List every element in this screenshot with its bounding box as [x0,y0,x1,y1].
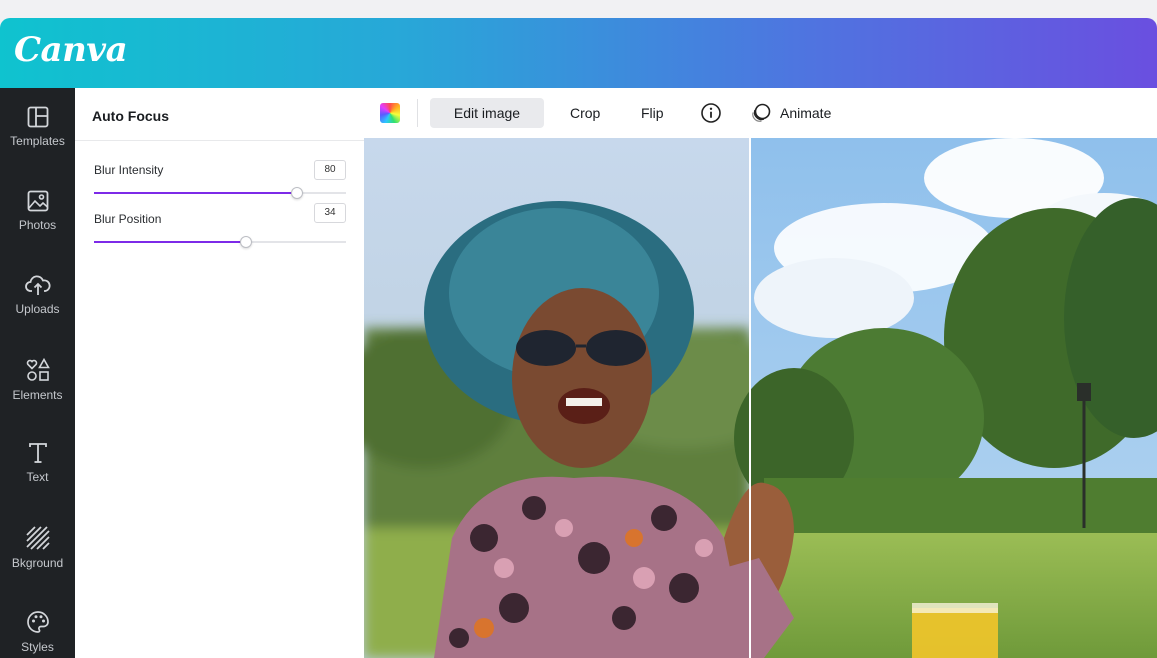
sidebar-item-label: Templates [10,134,65,148]
top-header: Canva [0,18,1157,88]
sidebar-item-styles[interactable]: Styles [0,592,75,658]
sharp-background [734,138,1157,658]
sidebar-item-label: Elements [12,388,63,402]
background-pattern-icon [25,526,50,550]
sidebar-item-templates[interactable]: Templates [0,88,75,172]
blur-position-slider[interactable] [94,236,346,248]
image-canvas[interactable] [364,138,1157,658]
sidebar-item-label: Bkground [11,556,64,570]
canva-logo[interactable]: Canva [14,30,128,70]
info-icon[interactable] [700,102,722,124]
sidebar-item-label: Styles [21,640,54,654]
blur-intensity-slider[interactable] [94,187,346,199]
slider-fill [94,192,296,194]
slider-fill [94,241,246,243]
panel-divider [75,140,364,141]
color-picker-icon[interactable] [380,103,400,123]
toolbar-divider [417,99,418,127]
palette-icon [26,611,49,633]
templates-icon [27,106,48,128]
blur-intensity-value[interactable]: 80 [314,160,346,180]
slider-handle[interactable] [290,187,303,199]
sidebar-item-elements[interactable]: Elements [0,340,75,424]
sidebar-item-photos[interactable]: Photos [0,172,75,256]
elements-icon [26,358,50,381]
blur-position-label: Blur Position [94,212,162,226]
app-window: Canva Templates Photos Uploads Elements … [0,18,1157,658]
sidebar-item-label: Text [26,470,49,484]
edit-image-button[interactable]: Edit image [430,98,544,128]
slider-handle[interactable] [240,236,253,248]
sidebar-item-uploads[interactable]: Uploads [0,256,75,340]
sidebar-item-text[interactable]: Text [0,424,75,508]
animate-button[interactable]: Animate [766,98,845,128]
image-toolbar: Edit image Crop Flip Animate [364,88,1157,139]
upload-cloud-icon [24,275,51,295]
auto-focus-panel: Auto Focus Blur Intensity 80 Blur Positi… [75,88,365,658]
crop-button[interactable]: Crop [556,98,614,128]
sidebar-item-background[interactable]: Bkground [0,508,75,592]
photo-preview [364,138,1157,658]
sidebar-item-label: Photos [18,218,57,232]
blur-intensity-label: Blur Intensity [94,163,164,177]
sidebar-item-label: Uploads [15,302,60,316]
flip-button[interactable]: Flip [627,98,678,128]
photos-icon [27,190,48,212]
panel-title: Auto Focus [92,108,169,124]
left-sidebar: Templates Photos Uploads Elements Text B… [0,88,75,658]
text-icon [28,443,47,463]
blur-position-value[interactable]: 34 [314,203,346,223]
